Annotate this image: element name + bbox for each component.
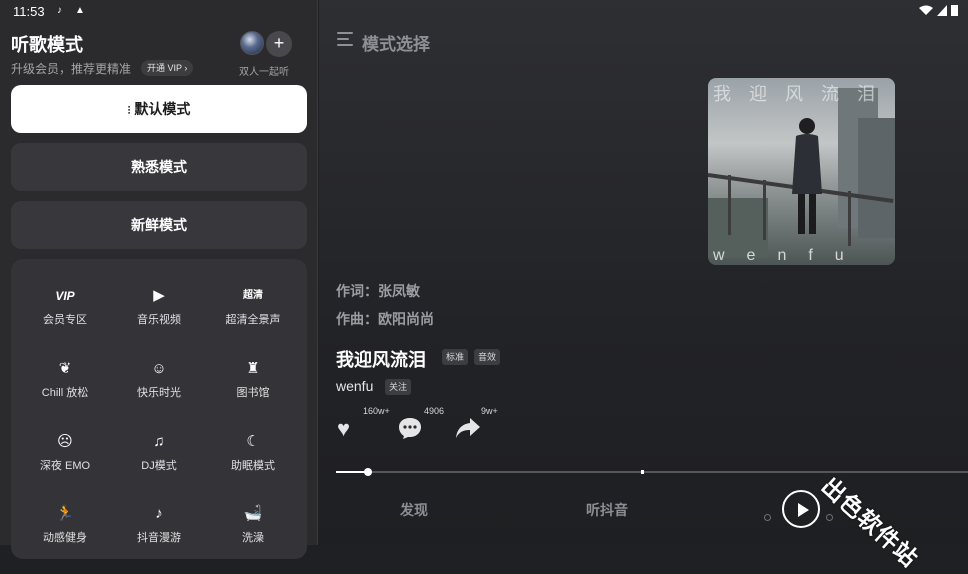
progress-marker: [641, 470, 644, 474]
notification-a-icon: ▲: [75, 5, 85, 16]
share-icon: [455, 416, 481, 446]
mode-panel: 听歌模式 升级会员，推荐更精准 开通 VIP › + 双人一起听 ⫶ 默认模式 熟…: [0, 0, 318, 559]
share-count: 9w+: [481, 406, 498, 416]
add-listener-button[interactable]: +: [266, 31, 292, 57]
open-vip-label: 开通 VIP: [147, 63, 182, 73]
grid-item-vip[interactable]: VIP 会员专区: [16, 285, 114, 327]
cover-artist-text: wenfu: [713, 247, 866, 264]
grid-item-bath[interactable]: 🛁 洗澡: [204, 503, 302, 545]
status-bar: 11:53 ♪ ▲: [0, 0, 968, 22]
progress-fill: [336, 471, 368, 473]
listen-together-label: 双人一起听: [239, 67, 289, 78]
heart-icon: ♥: [337, 416, 351, 441]
music-note-icon: ♪: [57, 5, 62, 16]
battery-icon: [951, 5, 958, 16]
grid-label: 超清全景声: [225, 314, 281, 326]
grid-label: 抖音漫游: [137, 532, 181, 544]
artist-name[interactable]: wenfu: [336, 378, 373, 394]
bathtub-icon: 🛁: [243, 505, 263, 522]
vip-icon: VIP: [55, 289, 75, 303]
grid-item-hd-audio[interactable]: 超清 超清全景声: [204, 285, 302, 327]
quality-tag[interactable]: 标准: [442, 349, 469, 365]
tiktok-icon: ♪: [155, 505, 163, 522]
status-time: 11:53: [13, 4, 45, 19]
mode-familiar-label: 熟悉模式: [131, 159, 187, 175]
mode-default-button[interactable]: ⫶ 默认模式: [11, 85, 307, 133]
grid-label: 会员专区: [43, 314, 87, 326]
grid-label: 助眠模式: [231, 460, 275, 472]
grid-item-sleep[interactable]: ☾ 助眠模式: [204, 431, 302, 473]
leaf-icon: ❦: [58, 360, 72, 377]
lyricist: 作词：张凤敏: [336, 283, 420, 299]
grid-item-music-video[interactable]: ▶ 音乐视频: [110, 285, 208, 327]
grid-item-dj[interactable]: ♫ DJ模式: [110, 431, 208, 473]
grid-item-library[interactable]: ♜ 图书馆: [204, 358, 302, 400]
grid-label: 音乐视频: [137, 314, 181, 326]
sad-face-icon: ☹: [57, 433, 73, 450]
mode-fresh-label: 新鲜模式: [131, 217, 187, 233]
panel-subtitle: 升级会员，推荐更精准: [11, 62, 132, 76]
grid-label: 洗澡: [242, 532, 264, 544]
play-button[interactable]: [782, 490, 820, 528]
grid-item-chill[interactable]: ❦ Chill 放松: [16, 358, 114, 400]
page-dot: [764, 514, 771, 521]
grid-item-fitness[interactable]: 🏃 动感健身: [16, 503, 114, 545]
menu-icon[interactable]: [337, 32, 353, 46]
follow-button[interactable]: 关注: [385, 379, 412, 395]
song-title: 我迎风流泪: [336, 350, 426, 370]
cover-title-text: 我迎风流泪: [713, 84, 893, 104]
video-play-icon: ▶: [153, 287, 165, 304]
composer: 作曲：欧阳尚尚: [336, 311, 434, 327]
like-count: 160w+: [363, 406, 390, 416]
grid-label: 动感健身: [43, 532, 87, 544]
like-button[interactable]: ♥ 160w+: [337, 406, 390, 442]
effect-tag[interactable]: 音效: [474, 349, 501, 365]
signal-icon: [937, 4, 947, 16]
wifi-icon: [919, 5, 933, 15]
listen-together[interactable]: + 双人一起听: [239, 31, 295, 78]
grid-label: Chill 放松: [41, 387, 89, 399]
grid-item-happy[interactable]: ☺ 快乐时光: [110, 358, 208, 400]
grid-item-douyin[interactable]: ♪ 抖音漫游: [110, 503, 208, 545]
running-icon: 🏃: [55, 505, 75, 522]
dj-icon: ♫: [153, 433, 165, 450]
page-title: 模式选择: [362, 35, 430, 54]
grid-label: DJ模式: [141, 460, 177, 472]
mode-grid: VIP 会员专区 ▶ 音乐视频 超清 超清全景声 ❦ Chill 放松 ☺ 快乐…: [11, 259, 307, 559]
mode-fresh-button[interactable]: 新鲜模式: [11, 201, 307, 249]
smile-icon: ☺: [151, 360, 167, 377]
progress-bar[interactable]: [336, 468, 968, 476]
comment-button[interactable]: 4906: [398, 406, 444, 442]
moon-icon: ☾: [246, 433, 260, 450]
share-button[interactable]: 9w+: [455, 406, 498, 442]
sound-bars-icon: ⫶: [127, 105, 131, 117]
open-vip-button[interactable]: 开通 VIP ›: [141, 60, 194, 76]
player-main: 模式选择 我迎风流泪 wenfu 作词：张凤敏 作曲：欧阳尚尚 我迎风流泪 标准…: [319, 0, 968, 545]
grid-label: 快乐时光: [137, 387, 181, 399]
grid-item-emo[interactable]: ☹ 深夜 EMO: [16, 431, 114, 473]
status-right: [919, 4, 958, 16]
avatar: [240, 31, 264, 55]
progress-knob[interactable]: [363, 468, 372, 476]
hd-audio-icon: 超清: [243, 290, 263, 301]
nav-discover[interactable]: 发现: [400, 500, 428, 520]
album-cover[interactable]: 我迎风流泪 wenfu: [708, 78, 895, 265]
grid-label: 图书馆: [236, 387, 270, 399]
mode-default-label: 默认模式: [134, 101, 191, 117]
person-illustration: [792, 118, 822, 234]
page-dot: [826, 514, 833, 521]
play-icon: [798, 503, 809, 517]
library-icon: ♜: [246, 360, 260, 377]
grid-label: 深夜 EMO: [39, 460, 91, 472]
panel-title: 听歌模式: [11, 35, 83, 55]
comment-count: 4906: [424, 406, 445, 416]
mode-familiar-button[interactable]: 熟悉模式: [11, 143, 307, 191]
nav-douyin[interactable]: 听抖音: [586, 500, 628, 520]
comment-icon: [398, 416, 422, 446]
